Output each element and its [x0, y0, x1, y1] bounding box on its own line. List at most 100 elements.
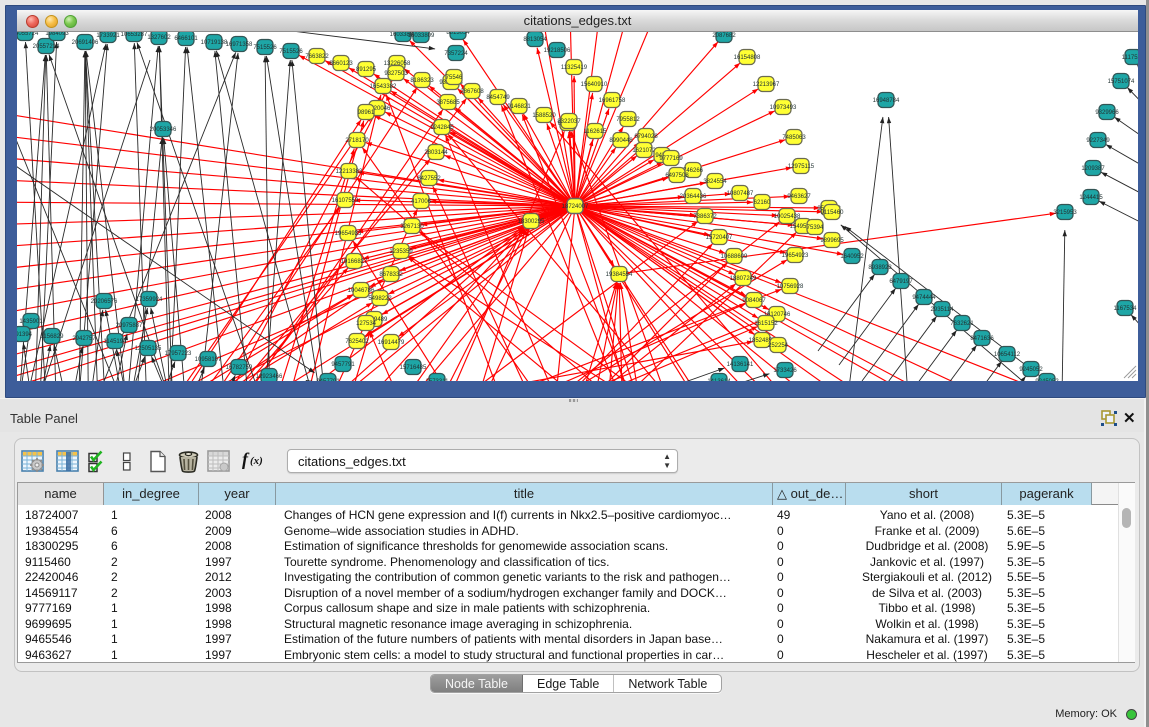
svg-text:2718170: 2718170	[345, 138, 369, 144]
svg-text:17359924: 17359924	[136, 297, 163, 303]
svg-text:17957223: 17957223	[165, 351, 192, 357]
svg-text:15716485: 15716485	[400, 365, 427, 371]
svg-text:98961: 98961	[358, 110, 375, 116]
svg-text:9227349: 9227349	[1086, 138, 1110, 144]
svg-text:8990448: 8990448	[609, 138, 633, 144]
svg-text:10807487: 10807487	[727, 191, 754, 197]
svg-text:16543382: 16543382	[370, 84, 397, 90]
svg-text:75546: 75546	[446, 75, 463, 81]
svg-text:1733921: 1733921	[96, 33, 120, 39]
svg-text:1640952: 1640952	[840, 254, 864, 260]
svg-text:f: f	[242, 449, 250, 469]
svg-text:1327602: 1327602	[147, 35, 171, 41]
svg-text:16971358: 16971358	[226, 42, 253, 48]
svg-text:9463627: 9463627	[787, 194, 811, 200]
svg-text:8813054: 8813054	[446, 32, 470, 36]
svg-text:15720407: 15720407	[706, 235, 733, 241]
svg-text:1145194: 1145194	[104, 339, 128, 345]
svg-text:20053346: 20053346	[150, 127, 177, 133]
svg-text:2803144: 2803144	[424, 150, 448, 156]
svg-text:10719138: 10719138	[201, 40, 228, 46]
svg-text:8322037: 8322037	[557, 119, 581, 125]
svg-text:1413614: 1413614	[707, 379, 731, 381]
svg-text:10654112: 10654112	[994, 352, 1021, 358]
svg-text:7485063: 7485063	[782, 135, 806, 141]
svg-text:8427552: 8427552	[417, 176, 441, 182]
svg-text:391394: 391394	[17, 332, 33, 338]
svg-text:9084067: 9084067	[742, 298, 766, 304]
svg-text:14136141: 14136141	[727, 362, 754, 368]
svg-text:8454749: 8454749	[486, 95, 510, 101]
svg-text:9327503: 9327503	[384, 71, 408, 77]
svg-text:9777169: 9777169	[659, 156, 683, 162]
svg-text:15640910: 15640910	[581, 82, 608, 88]
svg-text:1162615: 1162615	[584, 129, 608, 135]
svg-text:18724007: 18724007	[562, 204, 589, 210]
svg-text:16107553: 16107553	[332, 198, 359, 204]
svg-text:9457791: 9457791	[331, 362, 355, 368]
svg-text:1621072: 1621072	[632, 148, 656, 154]
svg-text:9245052: 9245052	[1035, 379, 1059, 381]
svg-text:1209387: 1209387	[1081, 166, 1105, 172]
svg-text:8678332: 8678332	[379, 272, 403, 278]
svg-text:7663822: 7663822	[305, 54, 329, 60]
svg-text:6794028: 6794028	[634, 134, 658, 140]
svg-text:9899695: 9899695	[820, 238, 844, 244]
svg-text:75394: 75394	[807, 225, 824, 231]
svg-text:10756928: 10756928	[777, 284, 804, 290]
svg-text:252254: 252254	[768, 343, 789, 349]
svg-text:8813054: 8813054	[523, 37, 547, 43]
svg-text:2935114: 2935114	[931, 307, 955, 313]
svg-text:1615152: 1615152	[754, 321, 778, 327]
svg-text:10958107: 10958107	[195, 357, 222, 363]
svg-text:10046786: 10046786	[348, 288, 375, 294]
svg-text:20691406: 20691406	[72, 40, 99, 46]
svg-text:6497508: 6497508	[665, 173, 689, 179]
svg-text:1733426: 1733426	[773, 368, 797, 374]
svg-text:8471636: 8471636	[970, 336, 994, 342]
svg-text:9245052: 9245052	[1019, 367, 1043, 373]
svg-text:891295: 891295	[356, 67, 377, 73]
svg-text:127534: 127534	[356, 321, 377, 327]
svg-text:19654923: 19654923	[782, 253, 809, 259]
svg-text:9146821: 9146821	[507, 104, 531, 110]
svg-text:11325419: 11325419	[561, 65, 588, 71]
svg-text:16782759: 16782759	[226, 365, 253, 371]
svg-text:16033809: 16033809	[408, 33, 435, 39]
svg-text:1435901: 1435901	[19, 319, 43, 325]
svg-text:7625402: 7625402	[345, 339, 369, 345]
svg-text:20364436: 20364436	[680, 194, 707, 200]
svg-text:1984093: 1984093	[45, 32, 69, 37]
svg-text:2942757: 2942757	[72, 336, 96, 342]
svg-text:18300295: 18300295	[518, 219, 545, 225]
svg-text:19166827: 19166827	[341, 259, 368, 265]
svg-text:18807249: 18807249	[730, 276, 757, 282]
svg-text:10688609: 10688609	[721, 254, 748, 260]
svg-text:19654933: 19654933	[335, 231, 362, 237]
svg-text:7515526: 7515526	[253, 45, 277, 51]
svg-text:19384554: 19384554	[606, 272, 633, 278]
svg-text:2867608: 2867608	[460, 89, 484, 95]
svg-text:7357224: 7357224	[444, 51, 468, 57]
svg-text:16961758: 16961758	[599, 98, 626, 104]
svg-text:3215953: 3215953	[1053, 210, 1077, 216]
svg-text:(x): (x)	[250, 455, 263, 467]
svg-text:19218506: 19218506	[544, 48, 571, 54]
svg-text:7632621: 7632621	[950, 321, 974, 327]
svg-text:5498222: 5498222	[368, 296, 392, 302]
svg-text:6466101: 6466101	[174, 36, 198, 42]
svg-text:1167534: 1167534	[1114, 306, 1138, 312]
svg-text:16914479: 16914479	[378, 340, 405, 346]
svg-text:20557214: 20557214	[33, 44, 60, 50]
svg-text:7955812: 7955812	[616, 117, 640, 123]
svg-text:7515526: 7515526	[279, 49, 303, 55]
svg-text:8938923: 8938923	[868, 265, 892, 271]
svg-text:12213383: 12213383	[336, 169, 363, 175]
svg-text:9457791: 9457791	[316, 379, 340, 381]
svg-text:6479197: 6479197	[889, 279, 913, 285]
svg-text:9474444: 9474444	[912, 295, 936, 301]
svg-text:62160: 62160	[754, 200, 771, 206]
svg-text:3875685: 3875685	[436, 100, 460, 106]
svg-text:20975887: 20975887	[116, 323, 143, 329]
svg-text:1117524: 1117524	[1122, 55, 1138, 61]
